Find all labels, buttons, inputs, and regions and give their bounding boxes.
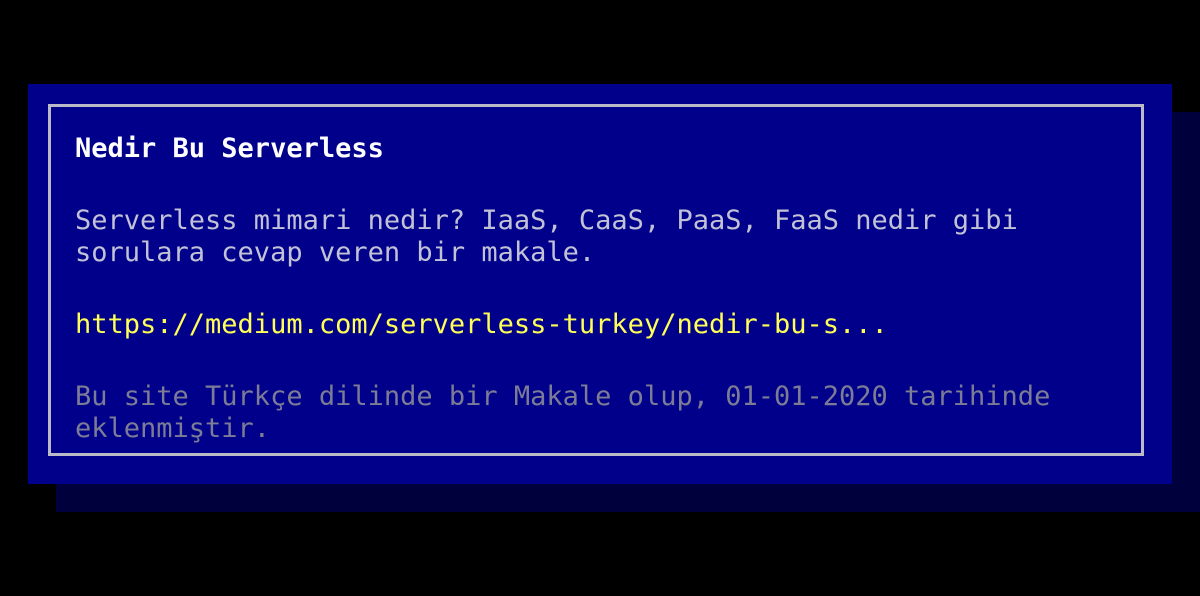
- card-title: Nedir Bu Serverless: [75, 133, 384, 164]
- info-card: Nedir Bu Serverless Serverless mimari ne…: [28, 84, 1172, 484]
- card-link[interactable]: https://medium.com/serverless-turkey/ned…: [75, 309, 1105, 341]
- card-description: Serverless mimari nedir? IaaS, CaaS, Paa…: [75, 205, 1018, 268]
- card-content: Nedir Bu Serverless Serverless mimari ne…: [75, 133, 1105, 445]
- card-meta: Bu site Türkçe dilinde bir Makale olup, …: [75, 381, 1051, 444]
- card-border: Nedir Bu Serverless Serverless mimari ne…: [48, 104, 1144, 456]
